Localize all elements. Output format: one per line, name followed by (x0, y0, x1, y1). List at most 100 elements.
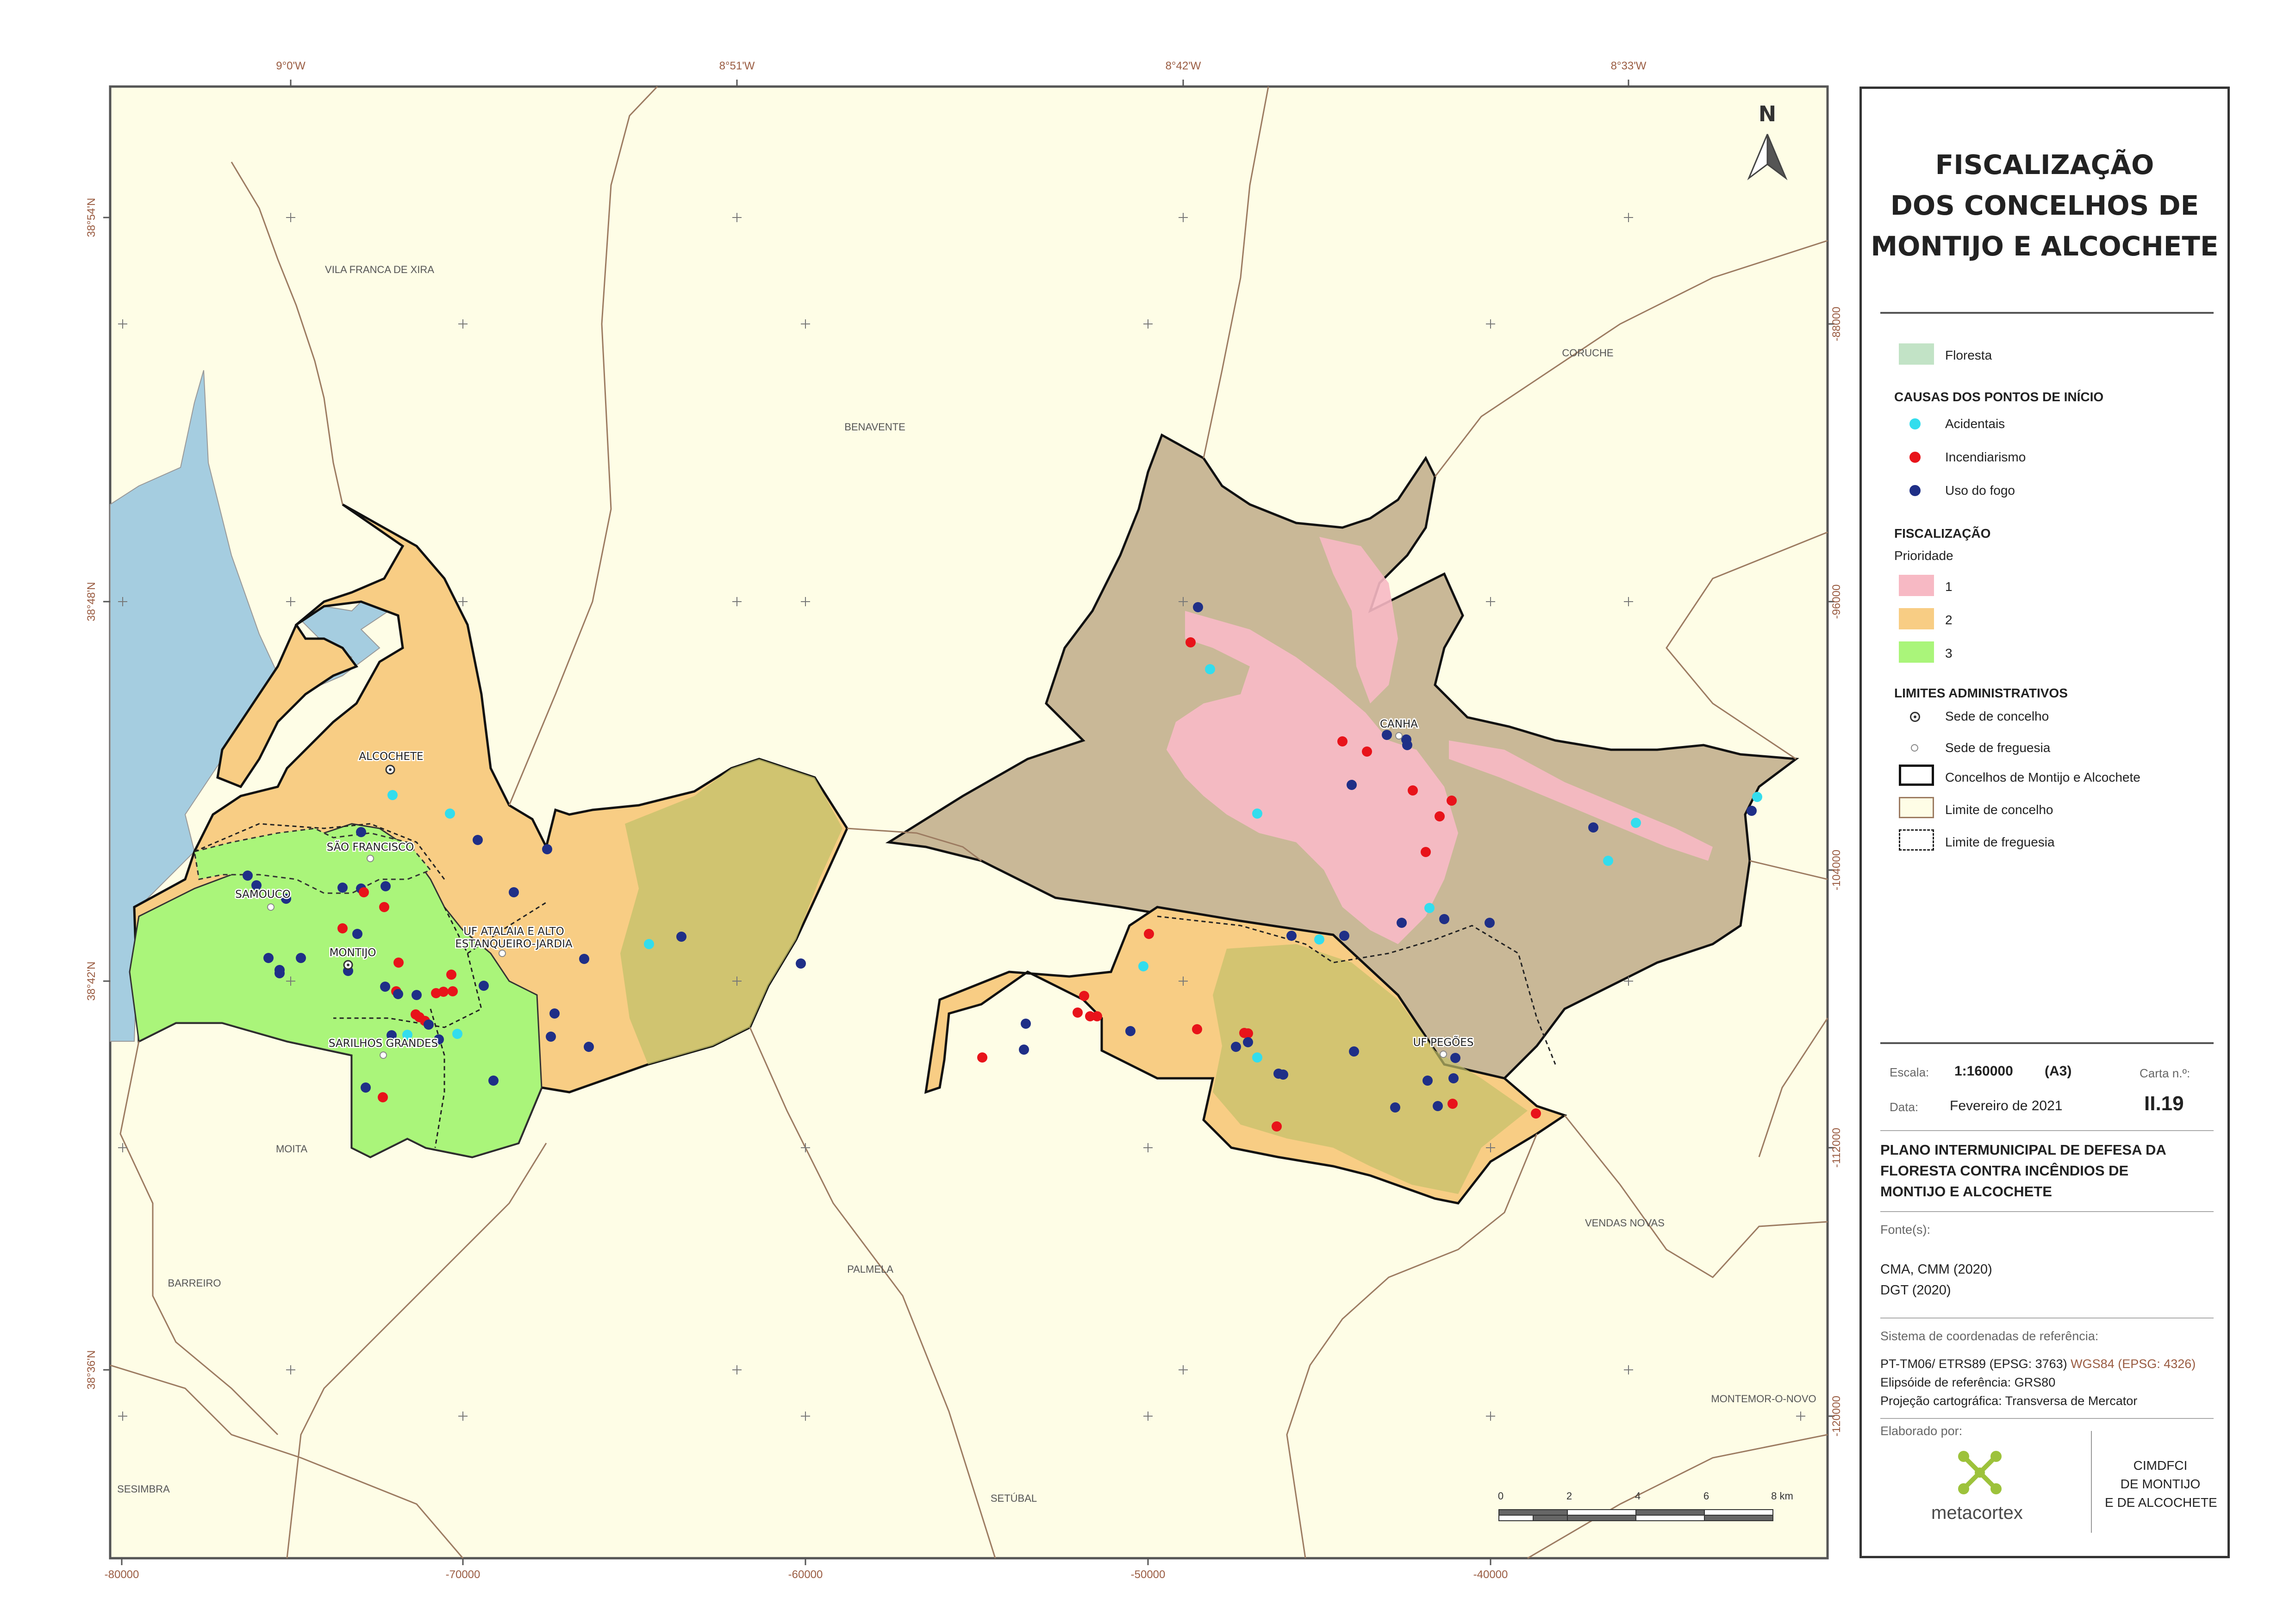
acidental-point (1631, 818, 1641, 828)
floresta-swatch (1899, 343, 1934, 365)
incendiarismo-point (446, 970, 456, 980)
plan-line: FLORESTA CONTRA INCÊNDIOS DE (1880, 1163, 2129, 1179)
uso-do-fogo-point (275, 968, 285, 978)
svg-text:2: 2 (1566, 1490, 1572, 1502)
bottom-tick-2: -70000 (446, 1568, 480, 1581)
uso-do-fogo-point (1231, 1042, 1241, 1052)
uso-do-fogo-point (296, 953, 306, 963)
legend-fisc-heading: FISCALIZAÇÃO (1894, 526, 1991, 541)
organization: CIMDFCI DE MONTIJO E DE ALCOCHETE (2105, 1456, 2217, 1512)
uso-do-fogo-point (1019, 1045, 1029, 1055)
acidental-point (1138, 961, 1148, 971)
right-tick-5: -120000 (1830, 1396, 1843, 1436)
svg-text:6: 6 (1703, 1490, 1709, 1502)
svg-text:4: 4 (1635, 1490, 1641, 1502)
uso-do-fogo-point (1382, 730, 1392, 740)
svg-text:N: N (1759, 101, 1777, 126)
sede-freguesia-marker (267, 903, 275, 911)
data-label: Data: (1890, 1100, 1919, 1114)
sede-freguesia-marker (1440, 1051, 1447, 1058)
svg-text:8 km: 8 km (1771, 1490, 1793, 1502)
divider (1880, 1130, 2214, 1131)
municipality-label: CORUCHE (1562, 347, 1613, 359)
acidentais-marker (1909, 418, 1921, 429)
incendiarismo-point (1272, 1121, 1282, 1132)
legend-causes-heading: CAUSAS DOS PONTOS DE INÍCIO (1894, 390, 2104, 404)
sede-freguesia-marker (367, 855, 374, 862)
org-line: DE MONTIJO (2120, 1477, 2201, 1491)
escala-label: Escala: (1890, 1065, 1929, 1079)
org-line: CIMDFCI (2133, 1458, 2188, 1473)
place-label-samouco: SAMOUCO (235, 889, 291, 901)
acidental-point (1314, 934, 1324, 945)
acidental-point (452, 1029, 462, 1039)
uso-do-fogo-point (263, 953, 274, 963)
uso-do-fogo-point (1339, 931, 1349, 941)
uso-do-fogo-point (579, 954, 589, 964)
incendiarismo-point (438, 987, 449, 997)
acidental-point (1252, 808, 1262, 819)
divider (1880, 1211, 2214, 1212)
incendiarismo-point (337, 923, 348, 933)
incendiarismo-point (448, 986, 458, 996)
divider (1880, 1042, 2214, 1044)
acidental-point (1603, 856, 1613, 866)
left-tick-4: 38°36'N (85, 1350, 98, 1390)
legend-uso-do-fogo: Uso do fogo (1945, 483, 2015, 497)
place-label-montijo: MONTIJO (330, 947, 376, 959)
incendiarismo-marker (1909, 452, 1921, 463)
sede-freguesia-marker (380, 1051, 387, 1059)
uso-do-fogo-point (1278, 1070, 1288, 1080)
incendiarismo-point (378, 1092, 388, 1102)
carta-value: II.19 (2144, 1092, 2184, 1115)
uso-do-fogo-point (337, 883, 348, 893)
incendiarismo-point (1408, 785, 1418, 796)
uso-do-fogo-point (243, 871, 253, 881)
sede-freguesia-icon (1911, 744, 1918, 752)
uso-do-fogo-point (1402, 740, 1412, 750)
uso-do-fogo-point (1349, 1046, 1359, 1057)
municipality-label: BARREIRO (168, 1277, 221, 1289)
uso-do-fogo-point (352, 929, 362, 939)
incendiarismo-point (1531, 1108, 1541, 1119)
priority-2-swatch (1899, 608, 1934, 629)
uso-do-fogo-point (380, 982, 390, 992)
uso-do-fogo-point (1243, 1037, 1253, 1047)
sources-label: Fonte(s): (1880, 1223, 1931, 1237)
incendiarismo-point (1435, 811, 1445, 821)
uso-do-fogo-point (381, 881, 391, 891)
uso-do-fogo-point (412, 990, 422, 1000)
legend-floresta: Floresta (1945, 348, 1992, 362)
priority-3-swatch (1899, 641, 1934, 663)
org-line: E DE ALCOCHETE (2105, 1495, 2217, 1510)
right-tick-2: -96000 (1830, 585, 1843, 619)
uso-do-fogo-marker (1909, 485, 1921, 496)
top-tick-3: 8°42'W (1166, 60, 1201, 72)
sede-freguesia-marker (1395, 732, 1403, 740)
concelhos-outline-swatch (1899, 765, 1934, 786)
municipality-label: SETÚBAL (991, 1492, 1037, 1504)
uso-do-fogo-point (1021, 1019, 1031, 1029)
place-label-sao-francisco: SÃO FRANCISCO (327, 840, 414, 853)
left-tick-1: 38°54'N (85, 198, 98, 237)
municipality-label: PALMELA (847, 1263, 893, 1275)
uso-do-fogo-point (549, 1008, 560, 1019)
right-tick-1: -88000 (1830, 307, 1843, 342)
uso-do-fogo-point (361, 1082, 371, 1093)
crs-line-1: PT-TM06/ ETRS89 (EPSG: 3763) (1880, 1357, 2067, 1371)
place-label-alcochete: ALCOCHETE (359, 751, 423, 763)
legend-incendiarismo: Incendiarismo (1945, 450, 2026, 464)
metacortex-logo-icon (1958, 1451, 2002, 1494)
uso-do-fogo-point (1433, 1101, 1443, 1111)
legend-limite-freguesia: Limite de freguesia (1945, 835, 2055, 849)
acidental-point (1752, 792, 1762, 802)
uso-do-fogo-point (356, 827, 366, 837)
top-tick-2: 8°51'W (719, 60, 755, 72)
uso-do-fogo-point (796, 958, 806, 969)
municipality-label: SESIMBRA (117, 1483, 170, 1495)
legend-admin-heading: LIMITES ADMINISTRATIVOS (1894, 686, 2068, 700)
municipality-label: VENDAS NOVAS (1585, 1217, 1665, 1229)
uso-do-fogo-point (1193, 602, 1203, 612)
bottom-tick-5: -40000 (1473, 1568, 1508, 1581)
uso-do-fogo-point (424, 1020, 434, 1030)
